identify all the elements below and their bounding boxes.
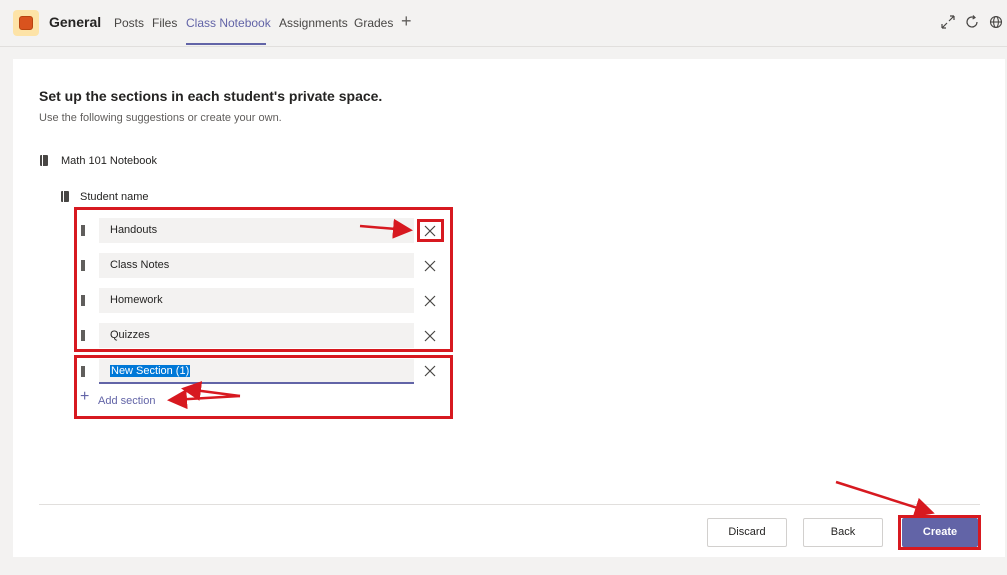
- active-tab-indicator: [186, 43, 266, 45]
- page-title: Set up the sections in each student's pr…: [39, 88, 383, 104]
- tab-class-notebook[interactable]: Class Notebook: [186, 16, 271, 30]
- tab-files[interactable]: Files: [152, 16, 177, 30]
- annotation-box-new-section: [74, 355, 453, 419]
- notebook-icon: [40, 155, 48, 166]
- notebook-name: Math 101 Notebook: [61, 155, 158, 167]
- tab-grades[interactable]: Grades: [354, 16, 393, 30]
- annotation-box-remove: [417, 219, 444, 242]
- back-button[interactable]: Back: [803, 518, 883, 547]
- add-tab-icon[interactable]: +: [401, 11, 412, 32]
- footer-divider: [39, 504, 980, 505]
- annotation-box-create: [898, 515, 981, 550]
- top-bar: General Posts Files Class Notebook Assig…: [0, 0, 1007, 47]
- student-notebook-icon: [61, 191, 69, 202]
- page-subtitle: Use the following suggestions or create …: [39, 112, 282, 124]
- channel-name: General: [49, 14, 102, 30]
- globe-icon[interactable]: [988, 14, 1004, 30]
- tab-assignments[interactable]: Assignments: [279, 16, 348, 30]
- annotation-box-sections: [74, 207, 453, 352]
- student-name-label: Student name: [80, 191, 149, 203]
- tab-posts[interactable]: Posts: [114, 16, 144, 30]
- refresh-icon[interactable]: [964, 14, 980, 30]
- expand-icon[interactable]: [940, 14, 956, 30]
- team-avatar-icon: [13, 10, 39, 36]
- discard-button[interactable]: Discard: [707, 518, 787, 547]
